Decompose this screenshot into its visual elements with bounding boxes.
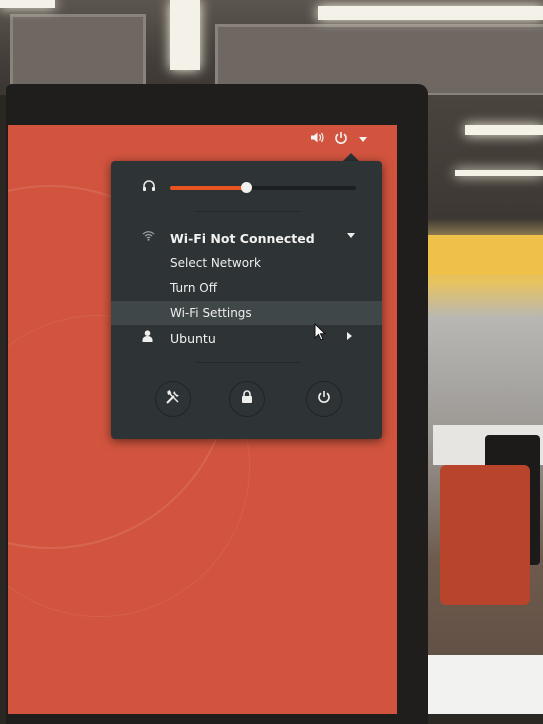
- power-icon: [334, 131, 348, 148]
- power-off-button[interactable]: [306, 381, 342, 417]
- tools-icon: [165, 389, 181, 409]
- volume-row: [111, 175, 382, 201]
- yellow-wall: [425, 235, 543, 275]
- system-menu: Wi-Fi Not Connected Select Network Turn …: [111, 161, 382, 439]
- volume-slider-fill: [170, 186, 247, 190]
- menu-item-turn-off[interactable]: Turn Off: [111, 276, 382, 300]
- volume-slider-knob[interactable]: [241, 182, 253, 193]
- chevron-down-icon: [358, 132, 368, 146]
- separator: [196, 211, 301, 212]
- office-background: [425, 95, 543, 714]
- action-buttons: [111, 381, 382, 421]
- menu-item-select-network[interactable]: Select Network: [111, 251, 382, 275]
- volume-slider[interactable]: [170, 182, 356, 193]
- ceiling-light: [170, 0, 200, 70]
- menu-item-wifi-settings[interactable]: Wi-Fi Settings: [111, 301, 382, 325]
- wifi-row[interactable]: Wi-Fi Not Connected: [111, 227, 382, 251]
- separator: [196, 362, 301, 363]
- ceiling: [0, 0, 543, 96]
- lock-icon: [241, 390, 253, 408]
- speaker-icon: [310, 131, 324, 147]
- ceiling-light: [318, 6, 543, 20]
- power-icon: [317, 390, 331, 408]
- wifi-icon: [142, 230, 155, 244]
- user-row[interactable]: Ubuntu: [111, 326, 382, 350]
- top-bar-status[interactable]: [310, 128, 368, 150]
- ceiling-panel: [10, 14, 146, 90]
- lock-button[interactable]: [229, 381, 265, 417]
- settings-button[interactable]: [155, 381, 191, 417]
- foreground-desk: [425, 655, 543, 714]
- wifi-status-label: Wi-Fi Not Connected: [170, 231, 315, 246]
- light-fixture: [465, 125, 543, 135]
- user-name: Ubuntu: [170, 331, 216, 346]
- menu-item-label: Select Network: [170, 256, 261, 270]
- chevron-down-icon: [346, 231, 356, 242]
- menu-item-label: Wi-Fi Settings: [170, 306, 252, 320]
- chair: [440, 465, 530, 605]
- chevron-right-icon: [346, 331, 353, 344]
- user-icon: [142, 330, 153, 345]
- headphones-icon: [142, 179, 156, 196]
- ceiling-light: [0, 0, 55, 8]
- menu-item-label: Turn Off: [170, 281, 217, 295]
- light-fixture: [455, 170, 543, 176]
